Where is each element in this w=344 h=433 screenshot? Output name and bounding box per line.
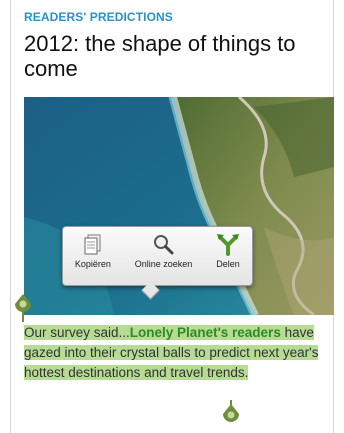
article-view: READERS' PREDICTIONS 2012: the shape of …: [0, 0, 344, 433]
selection-end-handle[interactable]: [221, 400, 241, 430]
web-search-button[interactable]: Online zoeken: [134, 232, 193, 269]
copy-button[interactable]: Kopiëren: [75, 232, 111, 269]
search-icon: [154, 235, 174, 255]
text-selection-menu: Kopiëren Online zoeken Delen: [62, 226, 253, 286]
share-label: Delen: [216, 259, 240, 269]
selection-start-handle[interactable]: [13, 292, 33, 322]
article-kicker: READERS' PREDICTIONS: [24, 10, 173, 24]
web-search-label: Online zoeken: [134, 259, 193, 269]
readers-link[interactable]: Lonely Planet's readers: [129, 325, 281, 340]
share-button[interactable]: Delen: [216, 232, 240, 269]
left-border: [10, 0, 11, 433]
copy-icon: [84, 234, 101, 255]
share-icon: [217, 234, 240, 256]
copy-label: Kopiëren: [74, 259, 111, 269]
article-headline: 2012: the shape of things to come: [24, 31, 296, 81]
selected-text-intro: Our survey said...: [24, 325, 130, 340]
article-body: Our survey said...Lonely Planet's reader…: [24, 323, 324, 383]
